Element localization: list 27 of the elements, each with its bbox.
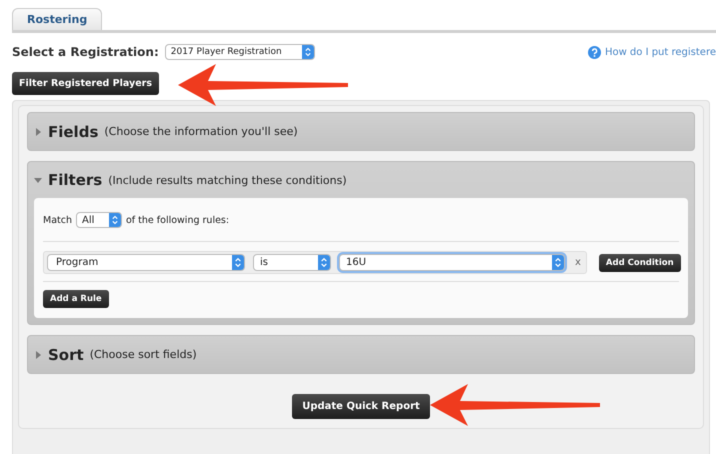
caret-right-icon	[34, 350, 42, 358]
section-header[interactable]: Fields (Choose the information you'll see)	[34, 113, 688, 150]
registration-label: Select a Registration:	[12, 45, 159, 59]
section-header[interactable]: Filters (Include results matching these conditions)	[34, 162, 688, 198]
caret-down-icon	[34, 176, 42, 184]
add-rule-button[interactable]: Add a Rule	[43, 290, 109, 308]
field-select[interactable]: Program	[47, 254, 245, 271]
filter-players-button[interactable]: Filter Registered Players	[12, 72, 159, 95]
section-header[interactable]: Sort (Choose sort fields)	[34, 336, 688, 373]
add-condition-button[interactable]: Add Condition	[598, 254, 681, 272]
caret-right-icon	[34, 128, 42, 136]
spinner-icon	[232, 255, 244, 270]
spinner-icon	[318, 255, 330, 270]
match-suffix: of the following rules:	[126, 214, 230, 226]
update-report-button[interactable]: Update Quick Report	[292, 394, 430, 419]
match-select[interactable]: All	[76, 212, 122, 228]
spinner-icon	[302, 45, 314, 59]
spinner-icon	[552, 255, 564, 270]
match-label: Match	[43, 214, 72, 226]
remove-button[interactable]: x	[573, 257, 583, 268]
spinner-icon	[109, 213, 121, 227]
help-icon	[588, 46, 601, 58]
operator-select[interactable]: is	[253, 254, 331, 271]
value-select[interactable]: 16U	[339, 254, 565, 271]
registration-select[interactable]: 2017 Player Registration	[164, 44, 315, 60]
help-link[interactable]: How do I put registere	[588, 46, 716, 58]
tab[interactable]: Rostering	[12, 8, 102, 30]
